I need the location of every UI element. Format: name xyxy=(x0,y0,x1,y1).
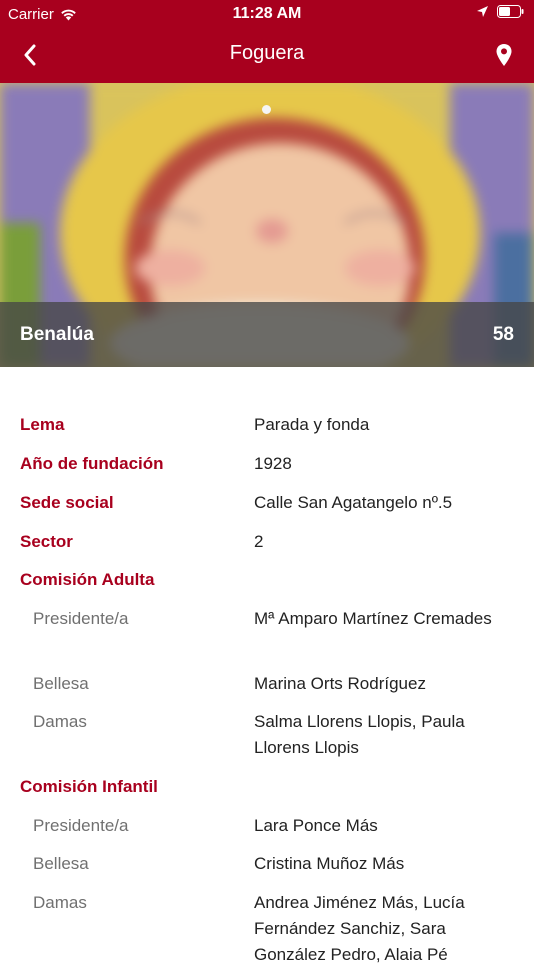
section-heading: Comisión Adulta xyxy=(20,570,155,589)
detail-value: Lara Ponce Más xyxy=(254,816,378,835)
detail-row-bellesa-adulta: Bellesa Marina Orts Rodríguez xyxy=(0,671,514,697)
hero-caption: Benalúa 58 xyxy=(0,302,534,367)
detail-label: Presidente/a xyxy=(33,609,129,628)
detail-row-fundacion: Año de fundación 1928 xyxy=(0,451,514,477)
detail-row-sede: Sede social Calle San Agatangelo nº.5 xyxy=(0,490,514,516)
detail-row-presidente-adulta: Presidente/a Mª Amparo Martínez Cremades xyxy=(0,606,514,632)
battery-icon xyxy=(497,5,524,18)
foguera-name: Benalúa xyxy=(20,324,94,345)
detail-label: Bellesa xyxy=(33,674,89,693)
detail-row-lema: Lema Parada y fonda xyxy=(0,412,514,438)
map-pin-icon xyxy=(496,44,512,66)
detail-value: 1928 xyxy=(254,454,292,473)
detail-label: Bellesa xyxy=(33,854,89,873)
detail-value: Marina Orts Rodríguez xyxy=(254,674,426,693)
detail-label: Lema xyxy=(20,415,65,434)
detail-label: Presidente/a xyxy=(33,816,129,835)
detail-row-sector: Sector 2 xyxy=(0,529,514,555)
hero-image[interactable]: Benalúa 58 xyxy=(0,83,534,367)
page-title: Foguera xyxy=(229,42,305,64)
detail-row-damas-adulta: Damas Salma Llorens Llopis, Paula Lloren… xyxy=(0,709,514,761)
status-bar: Carrier 11:28 AM xyxy=(0,0,534,28)
section-comision-infantil: Comisión Infantil xyxy=(0,774,400,800)
section-comision-adulta: Comisión Adulta xyxy=(0,567,400,593)
foguera-number: 58 xyxy=(492,324,514,345)
detail-value: Calle San Agatangelo nº.5 xyxy=(254,493,453,512)
page-indicator-dot xyxy=(262,105,271,114)
nav-bar: Foguera xyxy=(0,28,534,83)
location-button[interactable] xyxy=(486,40,522,70)
detail-label: Damas xyxy=(33,893,87,912)
header-bar: Carrier 11:28 AM Foguera xyxy=(0,0,534,83)
detail-value: Parada y fonda xyxy=(254,415,370,434)
detail-label: Damas xyxy=(33,712,87,731)
detail-label: Sector xyxy=(20,532,73,551)
detail-value: 2 xyxy=(254,532,264,551)
status-time: 11:28 AM xyxy=(232,5,302,22)
detail-row-bellesa-infantil: Bellesa Cristina Muñoz Más xyxy=(0,851,514,877)
detail-label: Sede social xyxy=(20,493,114,512)
detail-value: Salma Llorens Llopis, Paula Llorens Llop… xyxy=(254,712,465,757)
detail-row-damas-infantil: Damas Andrea Jiménez Más, Lucía Fernánde… xyxy=(0,890,514,968)
detail-value: Andrea Jiménez Más, Lucía Fernández Sanc… xyxy=(254,893,465,964)
detail-value: Mª Amparo Martínez Cremades xyxy=(254,609,492,628)
location-arrow-icon xyxy=(477,6,488,17)
detail-label: Año de fundación xyxy=(20,454,164,473)
section-heading: Comisión Infantil xyxy=(20,777,158,796)
detail-row-presidente-infantil: Presidente/a Lara Ponce Más xyxy=(0,813,514,839)
detail-value: Cristina Muñoz Más xyxy=(254,854,405,873)
